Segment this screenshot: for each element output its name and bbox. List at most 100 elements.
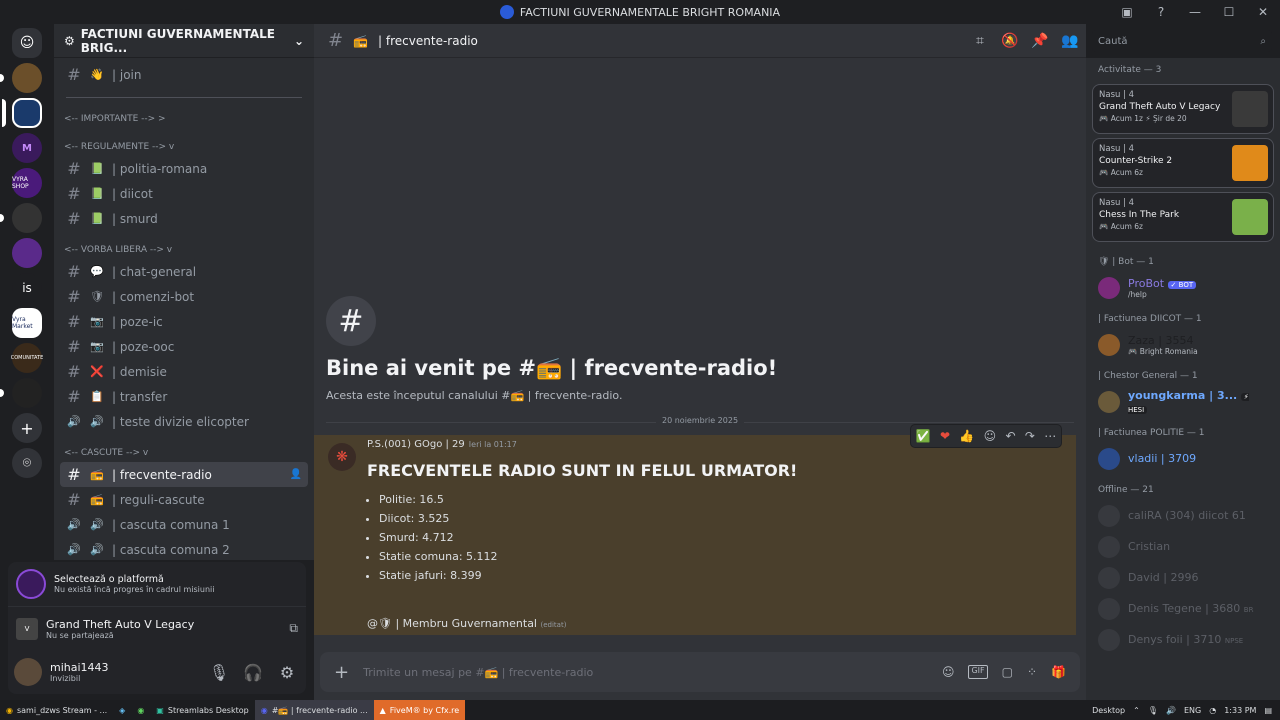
guild-icon[interactable] bbox=[0, 203, 42, 233]
avatar[interactable] bbox=[14, 658, 42, 686]
gift-icon[interactable]: 🎁 bbox=[1051, 665, 1066, 679]
clock[interactable]: 1:33 PM bbox=[1224, 706, 1256, 715]
activity-card[interactable]: Nasu | 4 Grand Theft Auto V Legacy 🎮 Acu… bbox=[1092, 84, 1274, 134]
activity-card[interactable]: Nasu | 4 Chess In The Park 🎮 Acum 6z bbox=[1092, 192, 1274, 242]
channel-item[interactable]: # ❌ | demisie bbox=[60, 359, 308, 384]
voice-channel-item[interactable]: 🔊 🔊 | cascuta comuna 1 bbox=[60, 512, 308, 537]
channel-item[interactable]: # 📗 | smurd bbox=[60, 206, 308, 231]
settings-gear-icon[interactable]: ⚙ bbox=[274, 663, 300, 682]
message-input[interactable]: Trimite un mesaj pe #📻 | frecvente-radio bbox=[363, 666, 593, 679]
search-input[interactable]: Caută ⌕ bbox=[1092, 30, 1272, 52]
platform-subtitle: Nu există încă progres în cadrul misiuni… bbox=[54, 585, 215, 594]
more-options-icon[interactable]: ⋯ bbox=[1044, 429, 1056, 443]
channel-item[interactable]: # 💬 | chat-general bbox=[60, 259, 308, 284]
add-member-icon[interactable]: 👤 bbox=[290, 469, 302, 480]
member-item[interactable]: ProBot ✓ BOT /help bbox=[1086, 272, 1280, 303]
member-item-offline[interactable]: Denis Tegene | 3680 BR bbox=[1086, 593, 1280, 624]
voice-channel-item[interactable]: 🔊 🔊 | cascuta comuna 2 bbox=[60, 537, 308, 560]
channel-item[interactable]: # 📻 | reguli-cascute bbox=[60, 487, 308, 512]
avatar bbox=[1098, 535, 1120, 558]
author-avatar[interactable]: ❋ bbox=[328, 443, 356, 471]
activity-card[interactable]: Nasu | 4 Counter-Strike 2 🎮 Acum 6z bbox=[1092, 138, 1274, 188]
language-indicator[interactable]: ENG bbox=[1184, 706, 1201, 715]
member-list-icon[interactable]: 👥 bbox=[1060, 33, 1080, 49]
guild-icon[interactable]: M bbox=[12, 133, 42, 163]
guild-icon-active[interactable] bbox=[2, 98, 42, 128]
member-item[interactable]: vladii | 3709 bbox=[1086, 443, 1280, 474]
sticker-icon[interactable]: ▢ bbox=[1002, 665, 1013, 679]
taskbar-item-discord[interactable]: ◉ #📻 | frecvente-radio ... bbox=[254, 700, 374, 720]
taskbar-item-fivem[interactable]: ▲ FiveM® by Cfx.re bbox=[373, 700, 466, 720]
message-author[interactable]: P.S.(001) GOgo | 29 bbox=[367, 439, 465, 450]
attach-plus-icon[interactable]: + bbox=[334, 662, 349, 683]
wifi-icon[interactable]: ◔ bbox=[1209, 706, 1216, 715]
channel-item[interactable]: # 📷 | poze-ooc bbox=[60, 334, 308, 359]
volume-icon[interactable]: 🔊 bbox=[1166, 706, 1176, 715]
discover-icon[interactable]: ⌾ bbox=[12, 448, 42, 478]
member-item-offline[interactable]: Cristian bbox=[1086, 531, 1280, 562]
channel-item-join[interactable]: # 👋 | join bbox=[60, 62, 308, 87]
react-thumbs-up-icon[interactable]: 👍 bbox=[959, 429, 974, 443]
mic-tray-icon[interactable]: 🎙 bbox=[1148, 706, 1158, 715]
close-button[interactable]: ✕ bbox=[1246, 0, 1280, 24]
channel-item[interactable]: # 📗 | politia-romana bbox=[60, 156, 308, 181]
search-placeholder: Caută bbox=[1098, 35, 1128, 47]
pin-icon[interactable]: 📌 bbox=[1030, 33, 1050, 49]
taskbar-item-browser[interactable]: ◉ sami_dzws Stream - ... bbox=[0, 700, 113, 720]
guild-icon[interactable]: COMUNITATE bbox=[11, 343, 43, 373]
message-composer[interactable]: + Trimite un mesaj pe #📻 | frecvente-rad… bbox=[320, 652, 1080, 692]
taskbar-item-streamlabs[interactable]: ▣ Streamlabs Desktop bbox=[150, 700, 254, 720]
apps-icon[interactable]: ⁘ bbox=[1027, 665, 1037, 679]
taskbar-item-app[interactable]: ◉ bbox=[131, 700, 150, 720]
inbox-icon[interactable]: ▣ bbox=[1110, 0, 1144, 24]
message-highlighted[interactable]: ❋ P.S.(001) GOgo | 29 Ieri la 01:17 FRECV… bbox=[314, 435, 1076, 635]
role-mention[interactable]: @🛡 | Membru Guvernamental bbox=[367, 617, 537, 630]
maximize-button[interactable]: ☐ bbox=[1212, 0, 1246, 24]
notifications-icon[interactable]: ▤ bbox=[1264, 706, 1272, 715]
microphone-icon[interactable]: 🎙 bbox=[206, 663, 232, 682]
channel-item[interactable]: # 🛡 | comenzi-bot bbox=[60, 284, 308, 309]
share-screen-icon[interactable]: ⧉ bbox=[289, 621, 298, 636]
headphones-icon[interactable]: 🎧 bbox=[240, 663, 266, 682]
server-header[interactable]: ⚙ FACTIUNI GUVERNAMENTALE BRIG... ⌄ bbox=[54, 24, 314, 58]
guild-icon[interactable] bbox=[12, 238, 42, 268]
tray-chevron-icon[interactable]: ⌃ bbox=[1133, 706, 1140, 715]
gif-icon[interactable]: GIF bbox=[968, 665, 988, 679]
taskbar-item-steam[interactable]: ◈ bbox=[113, 700, 131, 720]
channel-item[interactable]: # 📗 | diicot bbox=[60, 181, 308, 206]
guild-icon[interactable]: Vyra Market bbox=[12, 308, 42, 338]
react-check-icon[interactable]: ✅ bbox=[916, 429, 931, 443]
platform-panel[interactable]: Selectează o platformă Nu există încă pr… bbox=[8, 562, 306, 606]
guild-icon[interactable]: VYRA SHOP bbox=[12, 168, 42, 198]
guild-icon[interactable] bbox=[0, 63, 42, 93]
channel-item[interactable]: # 📋 | transfer bbox=[60, 384, 308, 409]
channel-item-frecvente-radio[interactable]: # 📻 | frecvente-radio 👤 bbox=[60, 462, 308, 487]
desktop-label[interactable]: Desktop bbox=[1092, 706, 1125, 715]
avatar bbox=[1098, 276, 1120, 299]
help-icon[interactable]: ? bbox=[1144, 0, 1178, 24]
member-item[interactable]: youngkarma | 3... ⚡ HESI bbox=[1086, 386, 1280, 417]
guild-icon[interactable] bbox=[0, 378, 42, 408]
react-heart-icon[interactable]: ❤ bbox=[940, 429, 950, 443]
voice-channel-item[interactable]: 🔊 🔊 | teste divizie elicopter bbox=[60, 409, 308, 434]
category-cascute[interactable]: <-- CASCUTE --> v bbox=[54, 440, 314, 462]
discord-home-button[interactable]: ☺ bbox=[12, 28, 42, 58]
add-server-icon[interactable]: + bbox=[12, 413, 42, 443]
forward-icon[interactable]: ↷ bbox=[1025, 429, 1035, 443]
minimize-button[interactable]: — bbox=[1178, 0, 1212, 24]
notifications-muted-icon[interactable]: 🔕 bbox=[1000, 33, 1020, 49]
category-vorba-libera[interactable]: <-- VORBA LIBERA --> v bbox=[54, 237, 314, 259]
category-importante[interactable]: <-- IMPORTANTE --> > bbox=[54, 106, 314, 128]
member-item-offline[interactable]: David | 2996 bbox=[1086, 562, 1280, 593]
channel-item[interactable]: # 📷 | poze-ic bbox=[60, 309, 308, 334]
member-item-offline[interactable]: Denys foii | 3710 NPSE bbox=[1086, 624, 1280, 655]
category-regulamente[interactable]: <-- REGULAMENTE --> v bbox=[54, 134, 314, 156]
guild-icon[interactable]: is bbox=[12, 273, 42, 303]
emoji-icon[interactable]: ☺ bbox=[942, 665, 955, 679]
threads-icon[interactable]: ⌗ bbox=[970, 33, 990, 49]
add-reaction-icon[interactable]: ☺ bbox=[984, 429, 997, 443]
reply-icon[interactable]: ↶ bbox=[1005, 429, 1015, 443]
member-item-offline[interactable]: caliRA (304) diicot 61 bbox=[1086, 500, 1280, 531]
member-item[interactable]: Zaza | 3554 🎮 Bright Romania bbox=[1086, 329, 1280, 360]
channel-emoji: 📗 bbox=[90, 162, 104, 175]
